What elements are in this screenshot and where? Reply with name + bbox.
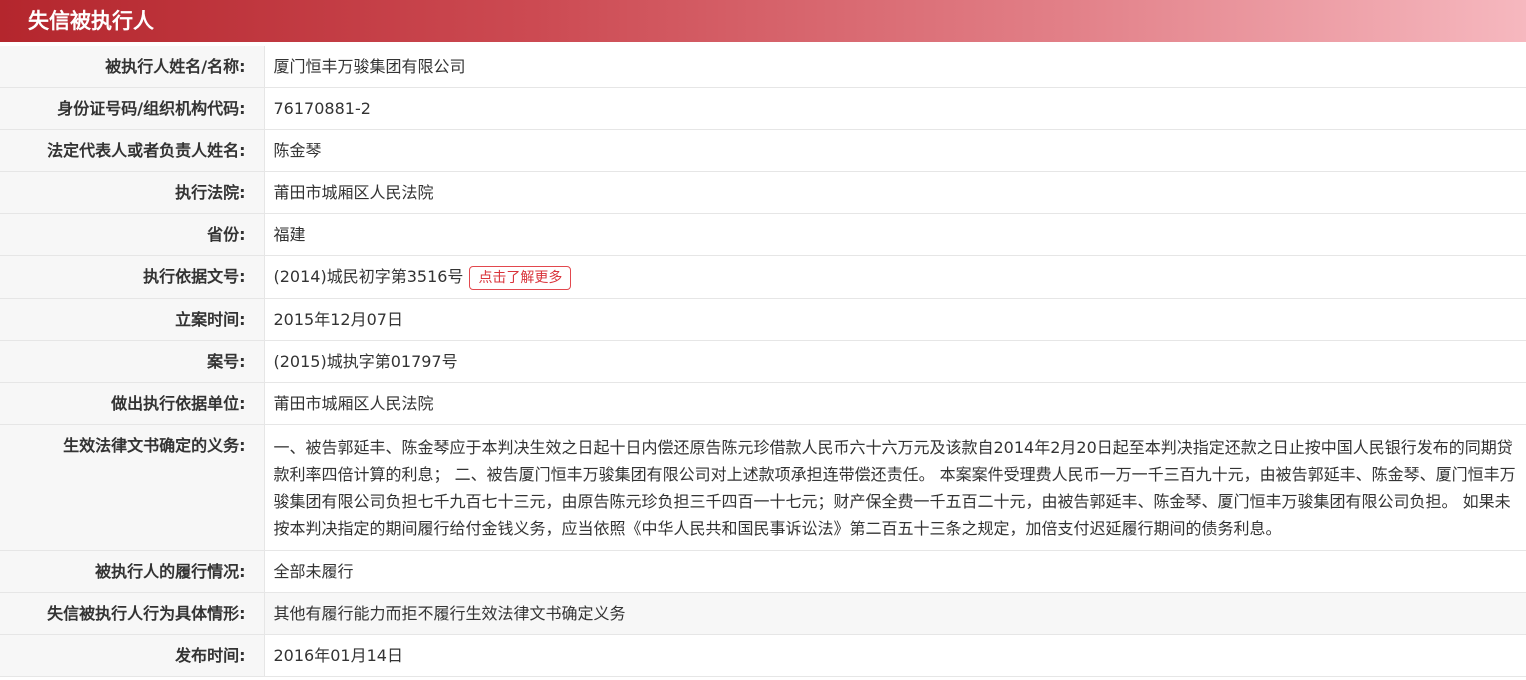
info-row-filing-date: 立案时间: 2015年12月07日	[0, 298, 1526, 341]
row-value: 福建	[264, 213, 1526, 256]
row-label: 生效法律文书确定的义务:	[0, 424, 265, 551]
learn-more-button[interactable]: 点击了解更多	[469, 265, 572, 290]
row-label: 身份证号码/组织机构代码:	[0, 87, 265, 130]
section-header: 失信被执行人	[0, 0, 1526, 42]
row-value: 厦门恒丰万骏集团有限公司	[264, 46, 1526, 88]
row-label: 被执行人的履行情况:	[0, 550, 265, 593]
row-label: 立案时间:	[0, 298, 265, 341]
row-label: 案号:	[0, 340, 265, 383]
row-label: 失信被执行人行为具体情形:	[0, 592, 265, 635]
section-title: 失信被执行人	[28, 9, 154, 33]
row-label: 被执行人姓名/名称:	[0, 46, 265, 88]
info-row-issuing-unit: 做出执行依据单位: 莆田市城厢区人民法院	[0, 382, 1526, 425]
row-value: 陈金琴	[264, 129, 1526, 172]
info-row-dishonest-behavior: 失信被执行人行为具体情形: 其他有履行能力而拒不履行生效法律文书确定义务	[0, 592, 1526, 635]
info-row-id-code: 身份证号码/组织机构代码: 76170881-2	[0, 87, 1526, 130]
row-label: 省份:	[0, 213, 265, 256]
info-row-province: 省份: 福建	[0, 213, 1526, 256]
info-row-court: 执行法院: 莆田市城厢区人民法院	[0, 171, 1526, 214]
row-label: 执行法院:	[0, 171, 265, 214]
row-label: 做出执行依据单位:	[0, 382, 265, 425]
row-value: 2015年12月07日	[264, 298, 1526, 341]
row-value: (2014)城民初字第3516号	[273, 267, 464, 286]
info-row-case-number: 案号: (2015)城执字第01797号	[0, 340, 1526, 383]
row-value: 全部未履行	[264, 550, 1526, 593]
row-value-cell: (2014)城民初字第3516号 点击了解更多	[264, 255, 1526, 299]
row-value: 莆田市城厢区人民法院	[264, 382, 1526, 425]
row-value: 76170881-2	[264, 87, 1526, 130]
info-row-name: 被执行人姓名/名称: 厦门恒丰万骏集团有限公司	[0, 46, 1526, 88]
row-value: 2016年01月14日	[264, 634, 1526, 677]
row-label: 法定代表人或者负责人姓名:	[0, 129, 265, 172]
row-value: 莆田市城厢区人民法院	[264, 171, 1526, 214]
row-value: 其他有履行能力而拒不履行生效法律文书确定义务	[264, 592, 1526, 635]
info-row-basis-doc-number: 执行依据文号: (2014)城民初字第3516号 点击了解更多	[0, 255, 1526, 299]
row-value: (2015)城执字第01797号	[264, 340, 1526, 383]
info-row-obligations: 生效法律文书确定的义务: 一、被告郭延丰、陈金琴应于本判决生效之日起十日内偿还原…	[0, 424, 1526, 551]
dishonest-debtor-info-table: 被执行人姓名/名称: 厦门恒丰万骏集团有限公司 身份证号码/组织机构代码: 76…	[0, 46, 1526, 677]
info-row-performance-status: 被执行人的履行情况: 全部未履行	[0, 550, 1526, 593]
row-value: 一、被告郭延丰、陈金琴应于本判决生效之日起十日内偿还原告陈元珍借款人民币六十六万…	[264, 424, 1526, 551]
info-row-legal-representative: 法定代表人或者负责人姓名: 陈金琴	[0, 129, 1526, 172]
row-label: 执行依据文号:	[0, 255, 265, 299]
info-row-publish-date: 发布时间: 2016年01月14日	[0, 634, 1526, 677]
row-label: 发布时间:	[0, 634, 265, 677]
